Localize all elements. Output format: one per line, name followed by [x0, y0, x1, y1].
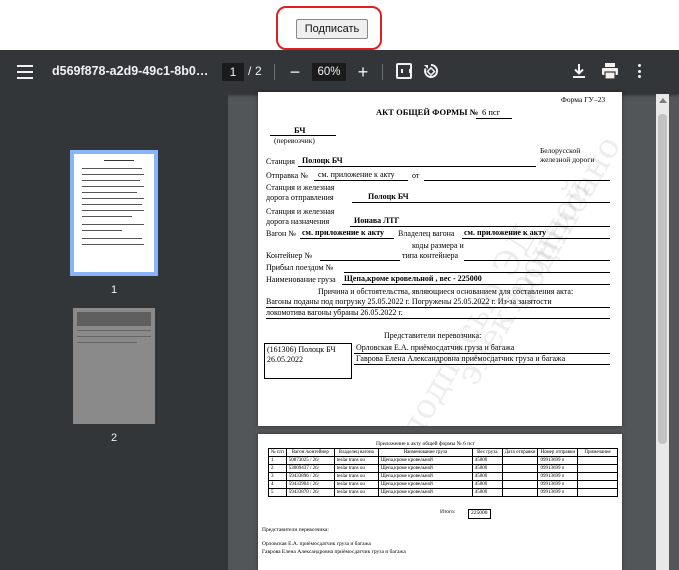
sign-button-highlight: Подписать — [276, 6, 382, 50]
screen: Подписать d569f878-a2d9-49c1-8b07-37... … — [0, 0, 679, 570]
table-header-row: № п/п Вагон /контейнер Владелец вагона Н… — [268, 448, 619, 457]
wagon-label: Вагон № — [266, 229, 296, 238]
col-cargo: Наименование груза — [377, 448, 473, 457]
station-label: Станция — [266, 157, 295, 166]
col-owner: Владелец вагона — [333, 448, 379, 457]
scrollbar-thumb[interactable] — [658, 114, 667, 444]
document-title: d569f878-a2d9-49c1-8b07-37... — [52, 64, 212, 78]
table-row: 5 59433870 / 26/teslar trans ou Щепа,кроме… — [268, 488, 619, 497]
representative-2: Гаврова Елена Александровна приёмосдатчи… — [356, 354, 566, 363]
origin-label-2: дорога отправления — [266, 193, 334, 202]
appendix-representative-2: Гаврова Елена Александровна приёмосдатчи… — [262, 549, 406, 555]
destination-label: Станция и железная — [266, 207, 335, 216]
table-row: 4 59433904 / 26/teslar trans ou Щепа,кроме… — [268, 480, 619, 489]
col-wagon: Вагон /контейнер — [285, 448, 335, 457]
carrier-value: БЧ — [294, 125, 306, 135]
toolbar-divider — [274, 64, 275, 80]
zoom-out-icon[interactable]: − — [286, 62, 304, 82]
reason-line-2: локомотива вагоны убраны 26.05.2022 г. — [266, 308, 403, 317]
table-row: 1 50873025 / 26/teslar trans ou Щепа,кроме… — [268, 456, 619, 465]
more-icon[interactable] — [632, 62, 646, 80]
col-number: № п/п — [268, 448, 287, 457]
zoom-in-icon[interactable]: + — [354, 62, 372, 82]
destination-label-2: дорога назначения — [266, 217, 330, 226]
wagon-value: см. приложение к акту — [302, 228, 385, 237]
toolbar-divider — [382, 64, 383, 80]
print-icon[interactable] — [600, 62, 620, 80]
dispatch-from: от — [412, 171, 420, 180]
appendix-title: Приложение к акту общей формы № 6 псг — [376, 441, 475, 447]
form-label: Форма ГУ–23 — [561, 95, 606, 104]
vertical-scrollbar[interactable] — [656, 94, 669, 570]
pdf-toolbar: d569f878-a2d9-49c1-8b07-37... 1 / 2 − 60… — [0, 50, 679, 94]
dispatch-value: см. приложение к акту — [318, 170, 395, 179]
col-dispatch: Номер отправки — [537, 448, 579, 457]
thumbnail-page-1[interactable] — [70, 150, 158, 276]
page-total: 2 — [255, 64, 262, 78]
origin-value: Полоцк БЧ — [368, 192, 409, 201]
act-number: 6 псг — [482, 107, 501, 117]
codes-label: коды размера и — [412, 241, 464, 250]
container-type-label: типа контейнера — [402, 251, 459, 260]
reason-line-1: Вагоны поданы под погрузку 25.05.2022 г.… — [266, 297, 552, 306]
sign-button[interactable]: Подписать — [296, 19, 368, 39]
representatives-label: Представители перевозчика: — [384, 331, 482, 340]
thumbnail-label: 2 — [110, 432, 118, 444]
station-value: Полоцк БЧ — [302, 156, 343, 165]
col-weight: Вес груза — [471, 448, 503, 457]
appendix-representative-1: Орловская Е.А. приёмосдатчик груза и баг… — [262, 541, 371, 547]
appendix-representatives-label: Представители перевозчика: — [262, 527, 329, 533]
origin-label: Станция и железная — [266, 183, 335, 192]
total-value: 225000 — [468, 509, 491, 519]
representative-1: Орловская Е.А. приёмосдатчик груза и баг… — [356, 343, 515, 352]
scroll-up-icon[interactable] — [659, 98, 667, 103]
railway-label: Белорусской — [540, 146, 581, 155]
reason-label: Причина и обстоятельства, являющиеся осн… — [318, 287, 574, 296]
owner-value: см. приложение к акту — [464, 228, 547, 237]
pdf-page-1: подписано электронной подписью ЭД Форма … — [258, 92, 622, 426]
thumbnail-sidebar: 1 2 — [0, 94, 228, 570]
cargo-label: Наименование груза — [266, 275, 336, 284]
thumbnail-label: 1 — [110, 284, 118, 296]
act-title: АКТ ОБЩЕЙ ФОРМЫ № — [376, 107, 479, 117]
page-number-input[interactable]: 1 — [222, 63, 244, 81]
page-separator: / — [248, 64, 252, 78]
container-label: Контейнер № — [266, 251, 313, 260]
table-row: 2 53009437 / 26/teslar trans ou Щепа,кроме… — [268, 464, 619, 473]
menu-icon[interactable] — [14, 62, 36, 82]
railway-label-2: железной дороги — [540, 155, 595, 164]
appendix-table: № п/п Вагон /контейнер Владелец вагона Н… — [268, 448, 619, 497]
zoom-level-input[interactable]: 60% — [312, 63, 346, 81]
train-label: Прибыл поездом № — [266, 263, 334, 272]
pdf-page-2: Приложение к акту общей формы № 6 псг № … — [258, 434, 622, 570]
fit-page-icon[interactable] — [396, 63, 412, 79]
stamp-line-2: 26.05.2022 — [267, 355, 303, 364]
stamp-line-1: (161306) Полоцк БЧ — [267, 345, 336, 354]
table-row: 3 59433896 / 26/teslar trans ou Щепа,кроме… — [268, 472, 619, 481]
carrier-label: (перевозчик) — [274, 136, 315, 145]
owner-label: Владелец вагона — [398, 229, 455, 238]
total-label: Итого: — [440, 509, 456, 515]
rotate-icon[interactable] — [422, 62, 440, 80]
download-icon[interactable] — [570, 62, 588, 80]
col-date: Дата отправки — [501, 448, 539, 457]
thumbnail-page-2[interactable] — [73, 308, 155, 424]
dispatch-label: Отправка № — [266, 171, 308, 180]
cargo-value: Щепа,кроме кровельной , вес - 225000 — [344, 274, 482, 283]
destination-value: Ионава ЛТГ — [354, 216, 400, 225]
col-note: Примечание — [577, 448, 619, 457]
